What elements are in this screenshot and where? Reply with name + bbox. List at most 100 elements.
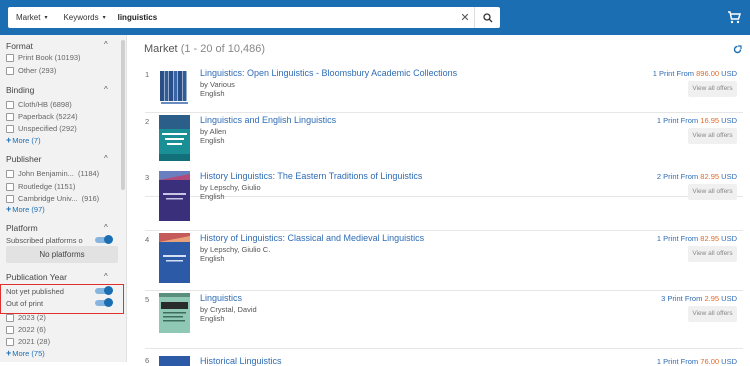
chevron-down-icon: ▾ [44,15,48,21]
result-author: by Crystal, David [200,305,257,314]
book-cover-image[interactable] [159,356,190,366]
checkbox[interactable] [6,325,14,334]
result-title-link[interactable]: History Linguistics: The Eastern Traditi… [200,171,422,181]
cart-icon [728,10,741,23]
checkbox[interactable] [6,313,14,322]
chevron-down-icon: ▾ [102,15,106,21]
subscribed-platforms-toggle-row[interactable]: Subscribed platforms o [6,235,113,245]
facet-option[interactable]: Routledge (1151) [6,182,75,191]
facet-option[interactable]: John Benjamin... (1184) [6,169,99,178]
result-number: 4 [145,235,150,244]
subscribed-platforms-toggle[interactable] [95,235,113,244]
result-number: 6 [145,356,150,365]
result-language: English [200,314,225,323]
publisher-more-link[interactable]: +More (97) [6,204,45,214]
chevron-up-icon[interactable]: ^ [104,40,108,49]
sidebar-scrollbar[interactable] [121,40,125,190]
view-all-offers-button[interactable]: View all offers [688,81,737,97]
book-cover-image[interactable] [159,233,190,283]
clear-search-icon[interactable]: ✕ [456,11,474,24]
facet-option[interactable]: 2023 (2) [6,313,46,322]
chevron-up-icon[interactable]: ^ [104,272,108,281]
result-title-link[interactable]: Linguistics [200,293,242,303]
cart-button[interactable] [723,5,745,29]
result-language: English [200,192,225,201]
facet-platform-title: Platform [6,223,38,233]
checkbox[interactable] [6,194,14,203]
result-row: 6 Historical Linguistics 1 Print From 76… [145,353,743,366]
book-cover-image[interactable] [159,293,190,333]
result-price: 1 Print From 82.95 USD [656,234,737,243]
chevron-up-icon[interactable]: ^ [104,154,108,163]
result-number: 5 [145,295,150,304]
facet-format-title: Format [6,41,33,51]
view-all-offers-button[interactable]: View all offers [688,306,737,322]
checkbox[interactable] [6,169,14,178]
result-author: by Lepschy, Giulio C. [200,245,271,254]
result-row: 4 History of Linguistics: Classical and … [145,233,743,291]
facet-option[interactable]: Other (293) [6,66,56,75]
chevron-up-icon[interactable]: ^ [104,85,108,94]
facet-option[interactable]: 2021 (28) [6,337,50,346]
result-row: 1 Linguistics: Open Linguistics - Blooms… [145,68,743,113]
keywords-dropdown-label: Keywords [63,13,99,22]
results-panel: Market (1 - 20 of 10,486) 1 Linguistics:… [127,35,750,366]
plus-icon: + [6,135,12,145]
result-author: by Various [200,80,235,89]
checkbox[interactable] [6,112,14,121]
checkbox[interactable] [6,124,14,133]
search-bar: Market ▾ Keywords ▾ linguistics ✕ [8,7,500,28]
result-author: by Allen [200,127,227,136]
facet-option[interactable]: 2022 (6) [6,325,46,334]
result-row: 3 History Linguistics: The Eastern Tradi… [145,171,743,231]
no-platforms-button[interactable]: No platforms [6,246,118,263]
checkbox[interactable] [6,53,14,62]
checkbox[interactable] [6,100,14,109]
result-language: English [200,136,225,145]
checkbox[interactable] [6,66,14,75]
result-price: 1 Print From 896.00 USD [652,69,737,78]
facet-publisher-title: Publisher [6,154,42,164]
keywords-dropdown[interactable]: Keywords ▾ [55,7,113,28]
result-title-link[interactable]: Linguistics: Open Linguistics - Bloomsbu… [200,68,457,78]
result-title-link[interactable]: Historical Linguistics [200,356,282,366]
book-cover-image[interactable] [159,68,190,106]
result-price: 2 Print From 82.95 USD [656,172,737,181]
view-all-offers-button[interactable]: View all offers [688,184,737,200]
book-cover-image[interactable] [159,171,190,221]
result-number: 2 [145,117,150,126]
binding-more-link[interactable]: +More (7) [6,135,41,145]
market-dropdown-label: Market [16,13,41,22]
result-number: 1 [145,70,150,79]
checkbox[interactable] [6,182,14,191]
book-cover-image[interactable] [159,115,190,161]
facet-publication-year-title: Publication Year [6,272,67,282]
export-icon[interactable] [733,45,742,56]
search-button[interactable] [474,7,500,28]
publication-year-more-link[interactable]: +More (75) [6,348,45,358]
top-bar: Market ▾ Keywords ▾ linguistics ✕ [0,0,750,35]
result-price: 1 Print From 16.95 USD [656,116,737,125]
result-language: English [200,254,225,263]
chevron-up-icon[interactable]: ^ [104,223,108,232]
result-title-link[interactable]: History of Linguistics: Classical and Me… [200,233,424,243]
facet-option[interactable]: Cloth/HB (6898) [6,100,72,109]
market-dropdown[interactable]: Market ▾ [8,7,55,28]
plus-icon: + [6,348,12,358]
view-all-offers-button[interactable]: View all offers [688,128,737,144]
results-range: (1 - 20 of 10,486) [180,43,266,55]
facet-option[interactable]: Paperback (5224) [6,112,78,121]
result-title-link[interactable]: Linguistics and English Linguistics [200,115,336,125]
checkbox[interactable] [6,337,14,346]
highlight-box [0,284,124,314]
result-number: 3 [145,173,150,182]
facet-binding-title: Binding [6,85,35,95]
view-all-offers-button[interactable]: View all offers [688,246,737,262]
facet-option[interactable]: Cambridge Univ... (916) [6,194,99,203]
facet-option[interactable]: Unspecified (292) [6,124,77,133]
results-heading: Market (1 - 20 of 10,486) [144,43,266,55]
result-row: 5 Linguistics by Crystal, David English … [145,293,743,349]
facet-option[interactable]: Print Book (10193) [6,53,81,62]
search-icon [482,12,492,22]
search-input[interactable]: linguistics [118,13,456,22]
